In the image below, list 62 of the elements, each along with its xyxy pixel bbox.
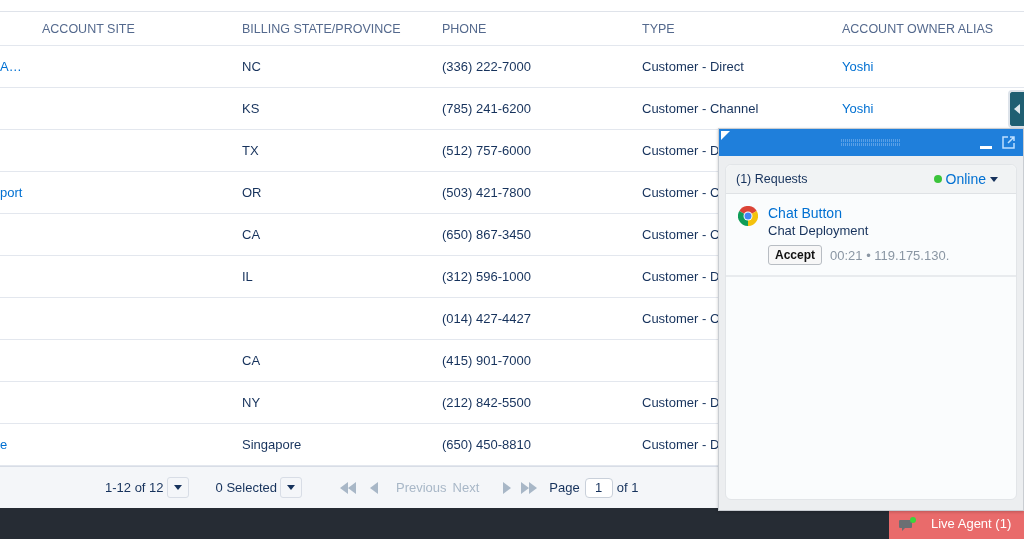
drag-handle-icon[interactable] [841, 138, 901, 147]
column-header[interactable]: BILLING STATE/PROVINCE [242, 21, 401, 36]
table-cell: Customer - Direct [642, 59, 744, 74]
table-cell: Customer - Channel [642, 101, 759, 116]
popout-icon[interactable] [1002, 136, 1015, 149]
first-page-icon[interactable] [340, 481, 356, 494]
table-cell: CA [242, 353, 261, 368]
accept-button[interactable]: Accept [768, 245, 822, 265]
table-cell: (650) 450-8810 [442, 437, 531, 452]
resize-corner-icon[interactable] [721, 131, 730, 140]
selected-count: 0 Selected [215, 480, 277, 495]
range-dropdown[interactable] [166, 477, 189, 498]
table-cell: NC [242, 59, 261, 74]
selection-dropdown[interactable] [280, 477, 302, 498]
requests-count: (1) Requests [736, 172, 808, 186]
caret-icon [990, 176, 998, 182]
table-cell: (014) 427-4427 [442, 311, 531, 326]
table-cell: (512) 757-6000 [442, 143, 531, 158]
table-cell: (212) 842-5500 [442, 395, 531, 410]
page-label: Page [549, 480, 580, 495]
column-header[interactable]: ACCOUNT OWNER ALIAS [842, 21, 994, 36]
column-header[interactable]: TYPE [642, 21, 675, 36]
account-link[interactable]: A… [0, 59, 22, 74]
left-arrow-icon [1014, 104, 1020, 114]
record-range: 1-12 of 12 [105, 480, 164, 495]
table-cell: (503) 421-7800 [442, 185, 531, 200]
table-cell: CA [242, 227, 261, 242]
account-link[interactable]: port [0, 185, 23, 200]
table-cell: Singapore [242, 437, 302, 452]
chat-subtitle: Chat Deployment [768, 222, 870, 240]
table-cell: NY [242, 395, 261, 410]
account-link[interactable]: e [0, 437, 8, 452]
minimize-icon[interactable] [980, 145, 992, 150]
browser-icon [738, 206, 758, 226]
table-cell: (415) 901-7000 [442, 353, 531, 368]
table-cell: KS [242, 101, 260, 116]
table-cell: (650) 867-3450 [442, 227, 531, 242]
column-header[interactable]: ACCOUNT SITE [42, 21, 135, 36]
caret-icon [173, 485, 182, 490]
table-cell: IL [242, 269, 253, 284]
caret-icon [287, 485, 295, 490]
chat-bubble-icon [899, 516, 917, 531]
table-cell: OR [242, 185, 262, 200]
next-page-icon[interactable] [503, 481, 512, 494]
owner-link[interactable]: Yoshi [842, 59, 874, 74]
table-cell: Customer - C [642, 311, 720, 326]
column-header[interactable]: PHONE [442, 21, 487, 36]
last-page-icon[interactable] [521, 481, 538, 494]
table-cell: TX [242, 143, 259, 158]
page-total: of 1 [616, 480, 639, 495]
table-cell: (785) 241-6200 [442, 101, 531, 116]
page-field[interactable]: 1 [584, 477, 613, 498]
table-cell: Customer - C [642, 227, 720, 242]
table-cell: Customer - C [642, 185, 720, 200]
table-cell: (336) 222-7000 [442, 59, 531, 74]
chat-title-link[interactable]: Chat Button [768, 204, 950, 222]
table-cell: (312) 596-1000 [442, 269, 531, 284]
status-dropdown[interactable]: Online [933, 171, 998, 187]
chat-meta: 00:21 • 119.175.130. [830, 247, 950, 263]
previous-page-icon[interactable] [370, 481, 378, 494]
side-panel-tab[interactable] [1008, 90, 1024, 128]
owner-link[interactable]: Yoshi [842, 101, 874, 116]
